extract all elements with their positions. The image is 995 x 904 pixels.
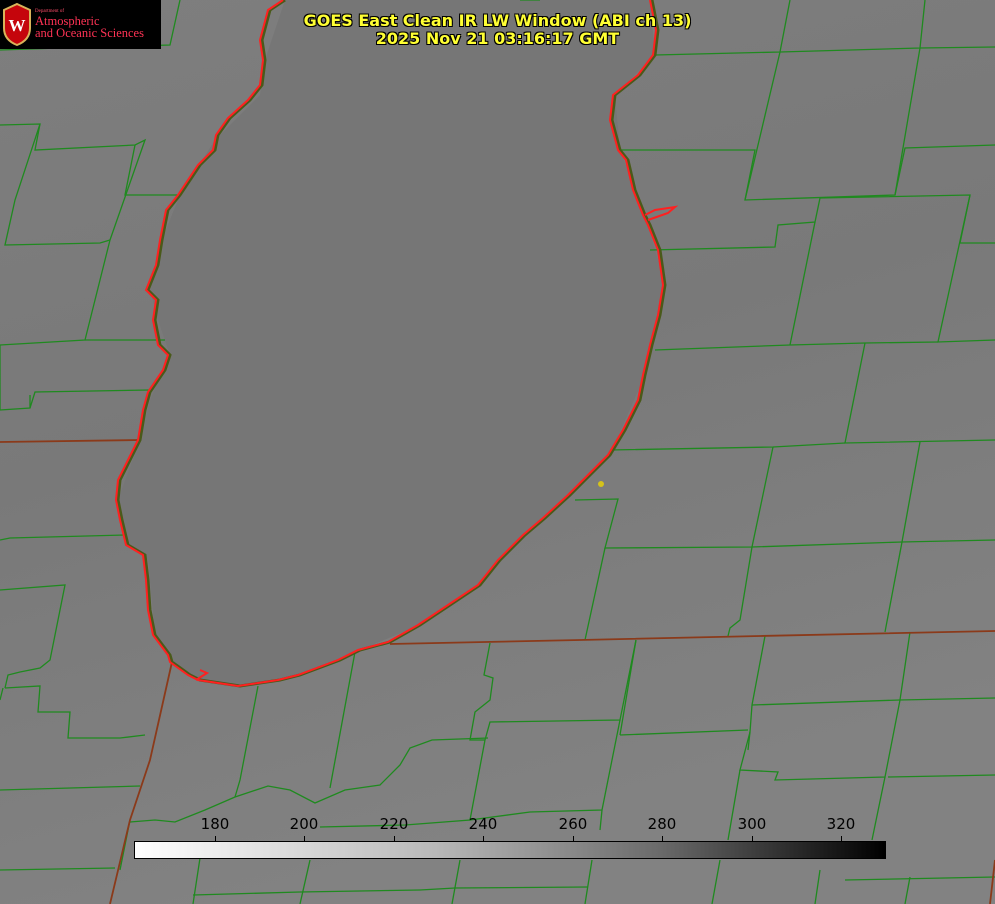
- tick-label: 240: [468, 815, 498, 833]
- tick-label: 280: [647, 815, 677, 833]
- tick-label: 300: [737, 815, 767, 833]
- logo-line-2: and Oceanic Sciences: [35, 26, 144, 40]
- uw-crest-icon: W: [3, 2, 31, 46]
- satellite-map: [0, 0, 995, 904]
- tick-label: 260: [558, 815, 588, 833]
- tick-label: 180: [200, 815, 230, 833]
- temperature-colorbar: [134, 841, 886, 859]
- tick-label: 320: [826, 815, 856, 833]
- aos-logo: W Department of Atmospheric and Oceanic …: [0, 0, 161, 49]
- tick-label: 220: [379, 815, 409, 833]
- crest-letter: W: [9, 16, 26, 35]
- tick-label: 200: [289, 815, 319, 833]
- location-marker: [598, 481, 604, 487]
